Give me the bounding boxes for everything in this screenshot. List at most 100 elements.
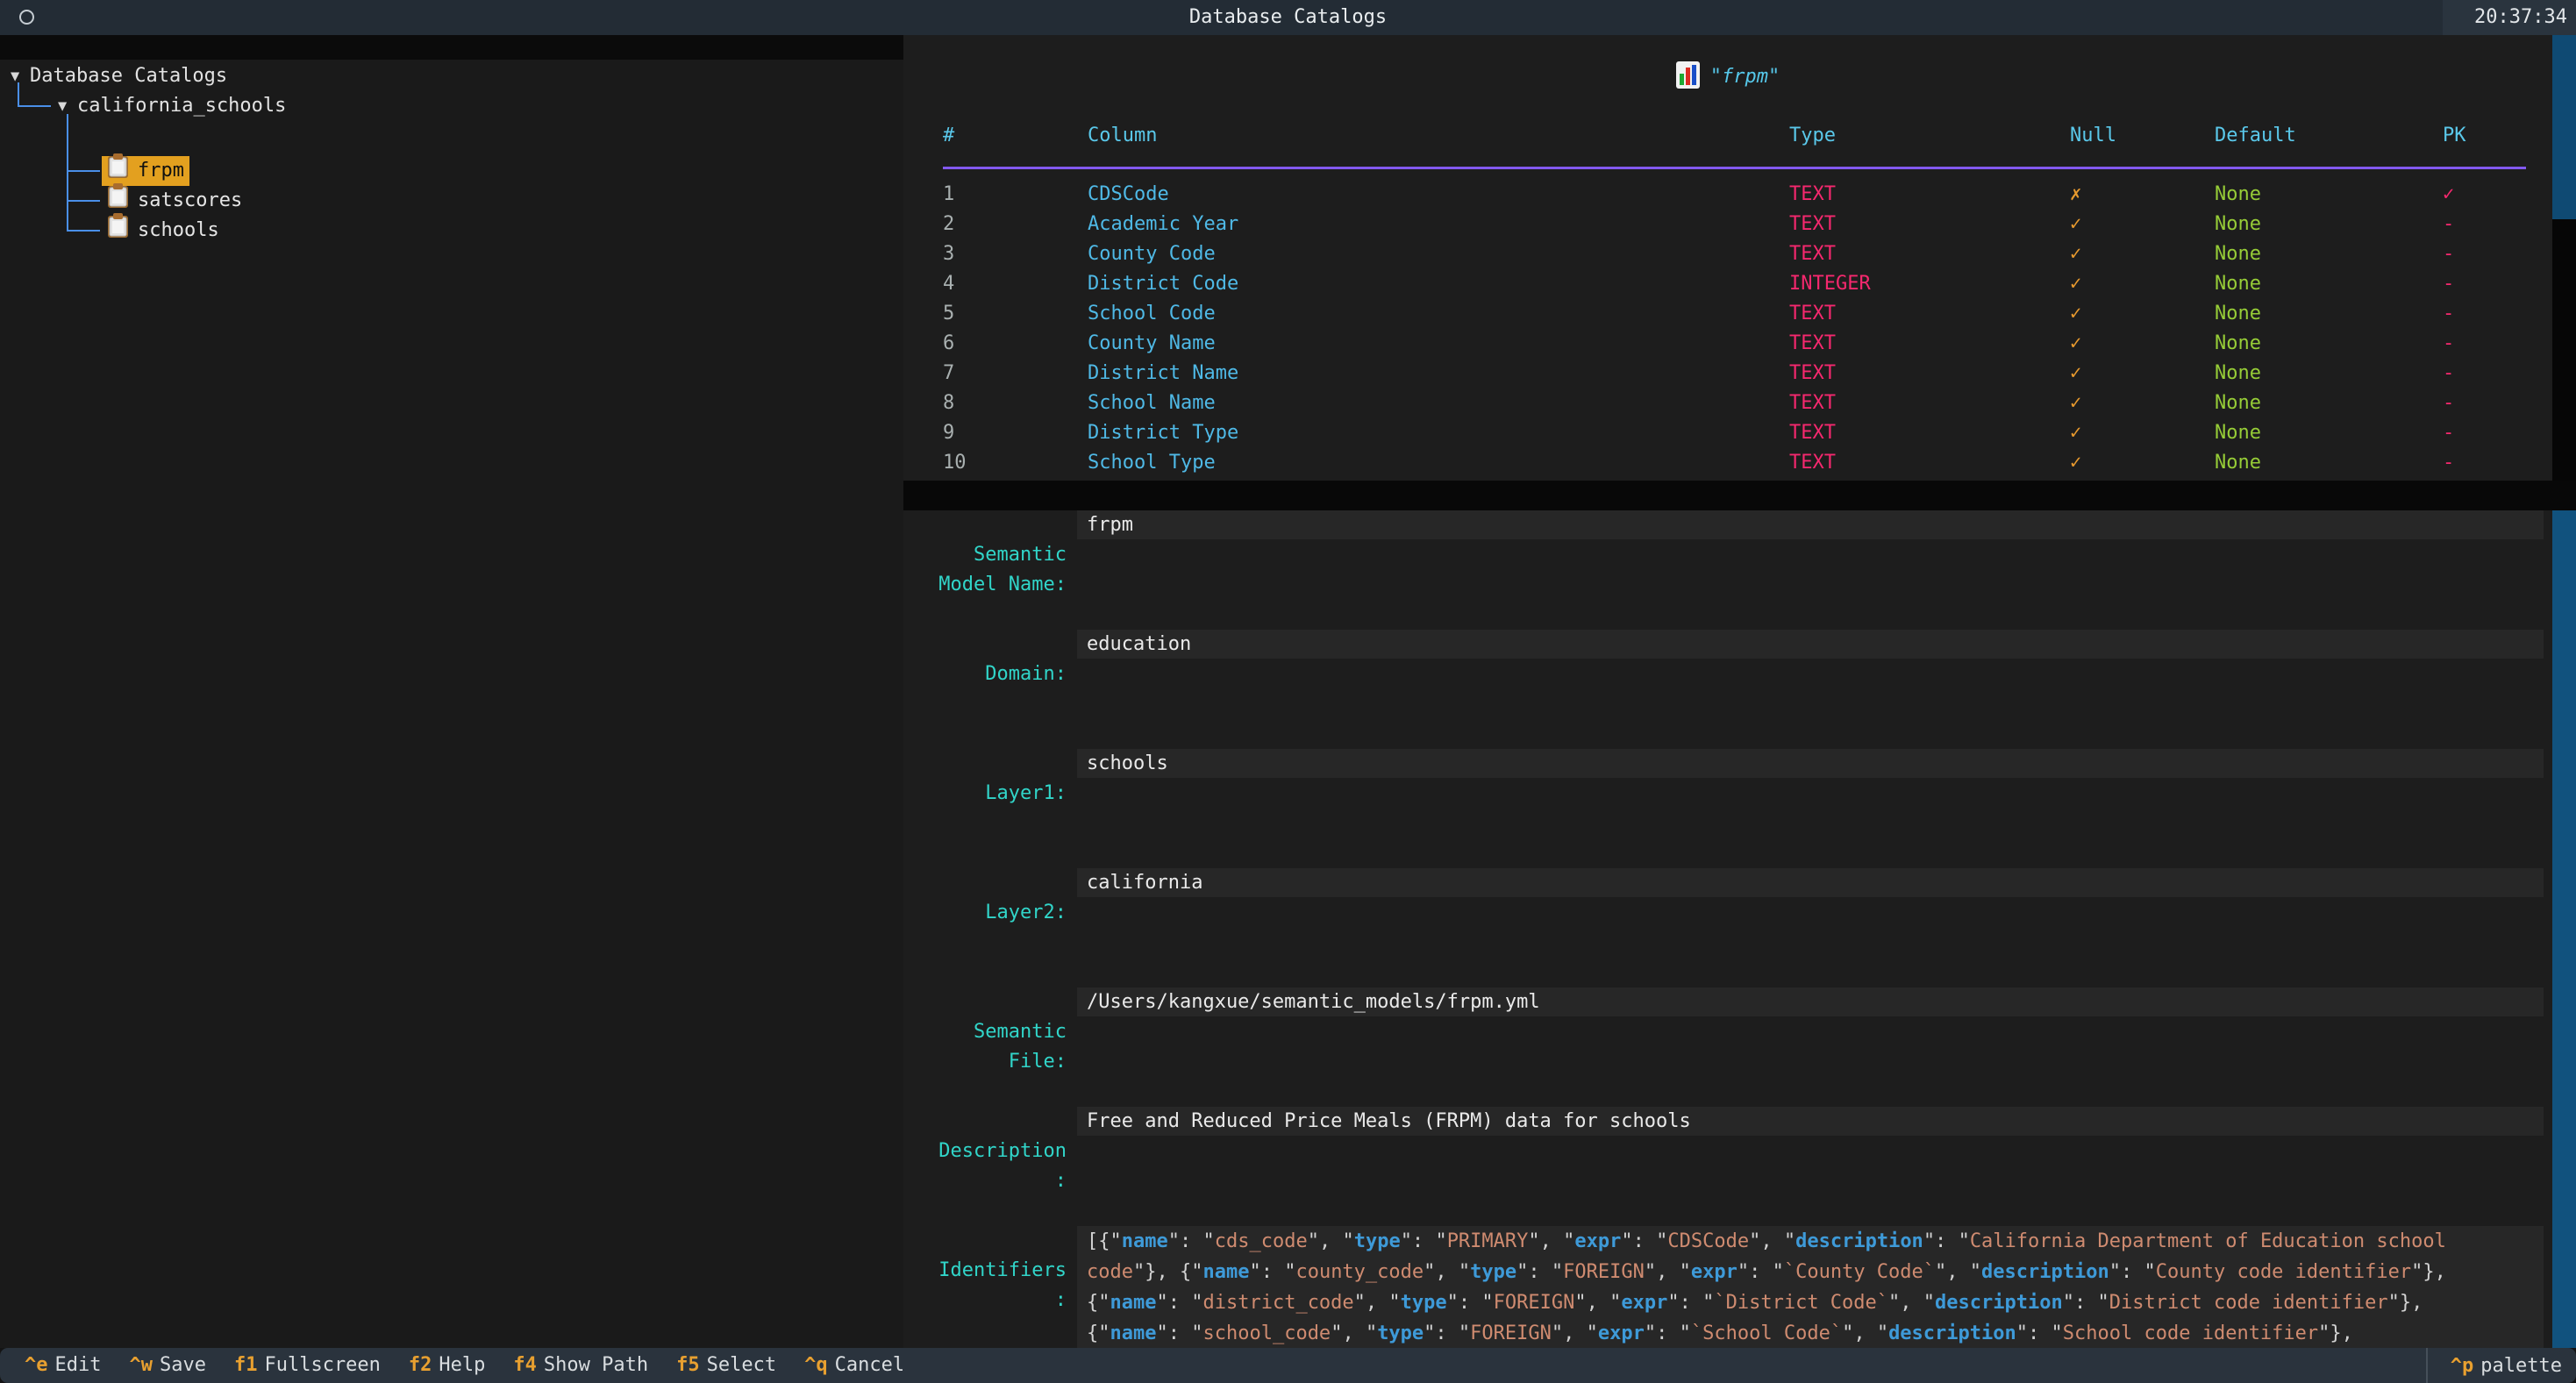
layer2-input[interactable]: california [1077,868,2544,897]
tree-connector [18,82,19,107]
nullable-mark: ✓ [2070,389,2081,418]
column-name: County Code [1088,239,1216,269]
default-value: None [2215,448,2261,478]
header-divider [943,167,2526,169]
semantic-file-label: Semantic [903,1017,1067,1047]
shortcut-key: ^e [25,1354,48,1376]
column-name: District Type [1088,418,1238,448]
shortcut-label: Select [707,1354,776,1376]
nullable-mark: ✓ [2070,210,2081,239]
table-scrollbar-track[interactable] [2552,219,2576,481]
row-number: 5 [943,299,954,329]
pk-mark: - [2443,389,2454,418]
tree-node-table-frpm[interactable]: frpm [102,156,189,186]
tree-root[interactable]: ▼Database Catalogs [11,61,227,91]
description-label: : [903,1166,1067,1196]
domain-input[interactable]: education [1077,630,2544,659]
layer1-input[interactable]: schools [1077,749,2544,778]
column-header-pk[interactable]: PK [2443,121,2466,151]
row-number: 7 [943,359,954,389]
shortcut-edit[interactable]: ^e Edit [25,1348,101,1383]
row-number: 10 [943,448,967,478]
shortcut-key: f4 [513,1354,537,1376]
shortcut-key: f2 [409,1354,432,1376]
panel-separator [903,481,2576,510]
tree-connector [67,114,68,231]
semantic-model-name-input[interactable]: frpm [1077,510,2544,539]
default-value: None [2215,418,2261,448]
row-number: 9 [943,418,954,448]
default-value: None [2215,329,2261,359]
table-row[interactable]: 8School NameTEXT✓None- [903,389,2552,418]
pk-mark: - [2443,299,2454,329]
tree-connector [67,200,100,202]
column-name: County Name [1088,329,1216,359]
nullable-mark: ✓ [2070,359,2081,389]
form-field-domain: educationDomain: [903,630,2552,749]
shortcut-label: Edit [55,1354,102,1376]
tree-node-database[interactable]: ▼california_schools [58,91,286,121]
footer-separator [2426,1348,2428,1383]
description-label: Description [903,1137,1067,1166]
identifiers-json-line: {"name": "district_code", "type": "FOREI… [1087,1287,2544,1318]
shortcut-help[interactable]: f2 Help [409,1348,485,1383]
chevron-down-icon[interactable]: ▼ [11,61,30,91]
clock: 20:37:34 [2443,0,2576,35]
column-type: TEXT [1789,389,1836,418]
table-row[interactable]: 6County NameTEXT✓None- [903,329,2552,359]
app-window: Database Catalogs 20:37:34 ▼Database Cat… [0,0,2576,1383]
form-scrollbar-thumb[interactable] [2552,510,2576,1348]
row-number: 3 [943,239,954,269]
shortcut-key: f5 [676,1354,700,1376]
shortcut-save[interactable]: ^wSave [129,1348,205,1383]
row-number: 4 [943,269,954,299]
shortcut-label: Show Path [544,1354,648,1376]
pk-mark: - [2443,448,2454,478]
table-row[interactable]: 9District TypeTEXT✓None- [903,418,2552,448]
identifiers-json-line: [{"name": "cds_code", "type": "PRIMARY",… [1087,1226,2544,1257]
shortcut-cancel[interactable]: ^qCancel [804,1348,904,1383]
identifiers-input[interactable]: [{"name": "cds_code", "type": "PRIMARY",… [1077,1226,2544,1348]
table-detail-panel: "frpm" #ColumnTypeNullDefaultPK 1CDSCode… [903,35,2552,1348]
shortcut-label: Help [439,1354,485,1376]
shortcut-select[interactable]: f5 Select [676,1348,776,1383]
column-type: TEXT [1789,210,1836,239]
shortcut-key: ^q [804,1354,828,1376]
pk-mark: - [2443,359,2454,389]
tree-node-table-satscores[interactable]: satscores [102,186,247,216]
shortcut-show-path[interactable]: f4 Show Path [513,1348,648,1383]
tree-connector [67,230,100,232]
pk-mark: - [2443,329,2454,359]
title-bar: Database Catalogs 20:37:34 [0,0,2576,35]
column-header-default[interactable]: Default [2215,121,2296,151]
palette-shortcut[interactable]: ^p palette [2426,1348,2576,1383]
table-row[interactable]: 4District CodeINTEGER✓None- [903,269,2552,299]
form-field-layer1: schoolsLayer1: [903,749,2552,868]
tree-panel-top-strip [0,35,903,60]
column-name: District Code [1088,269,1238,299]
tree-node-table-schools[interactable]: schools [102,216,225,246]
column-header-type[interactable]: Type [1789,121,1836,151]
table-row[interactable]: 3County CodeTEXT✓None- [903,239,2552,269]
description-input[interactable]: Free and Reduced Price Meals (FRPM) data… [1077,1107,2544,1136]
column-name: CDSCode [1088,180,1169,210]
table-scrollbar-thumb[interactable] [2552,35,2576,219]
table-row[interactable]: 1CDSCodeTEXT✗None✓ [903,180,2552,210]
window-title: Database Catalogs [0,0,2576,35]
column-name: Academic Year [1088,210,1238,239]
form-field-semantic-file: /Users/kangxue/semantic_models/frpm.yml S… [903,987,2552,1107]
tree-table-label: frpm [138,156,184,186]
table-row[interactable]: 10School TypeTEXT✓None- [903,448,2552,478]
identifiers-json-line: {"name": "school_code", "type": "FOREIGN… [1087,1318,2544,1348]
column-type: TEXT [1789,448,1836,478]
table-row[interactable]: 2Academic YearTEXT✓None- [903,210,2552,239]
table-row[interactable]: 7District NameTEXT✓None- [903,359,2552,389]
tree-database-label: california_schools [77,95,286,117]
shortcut-fullscreen[interactable]: f1Fullscreen [234,1348,381,1383]
pk-mark: - [2443,418,2454,448]
semantic-file-input[interactable]: /Users/kangxue/semantic_models/frpm.yml [1077,987,2544,1016]
column-header-null[interactable]: Null [2070,121,2116,151]
column-header-num[interactable]: # [943,121,954,151]
column-header-column[interactable]: Column [1088,121,1157,151]
table-row[interactable]: 5School CodeTEXT✓None- [903,299,2552,329]
